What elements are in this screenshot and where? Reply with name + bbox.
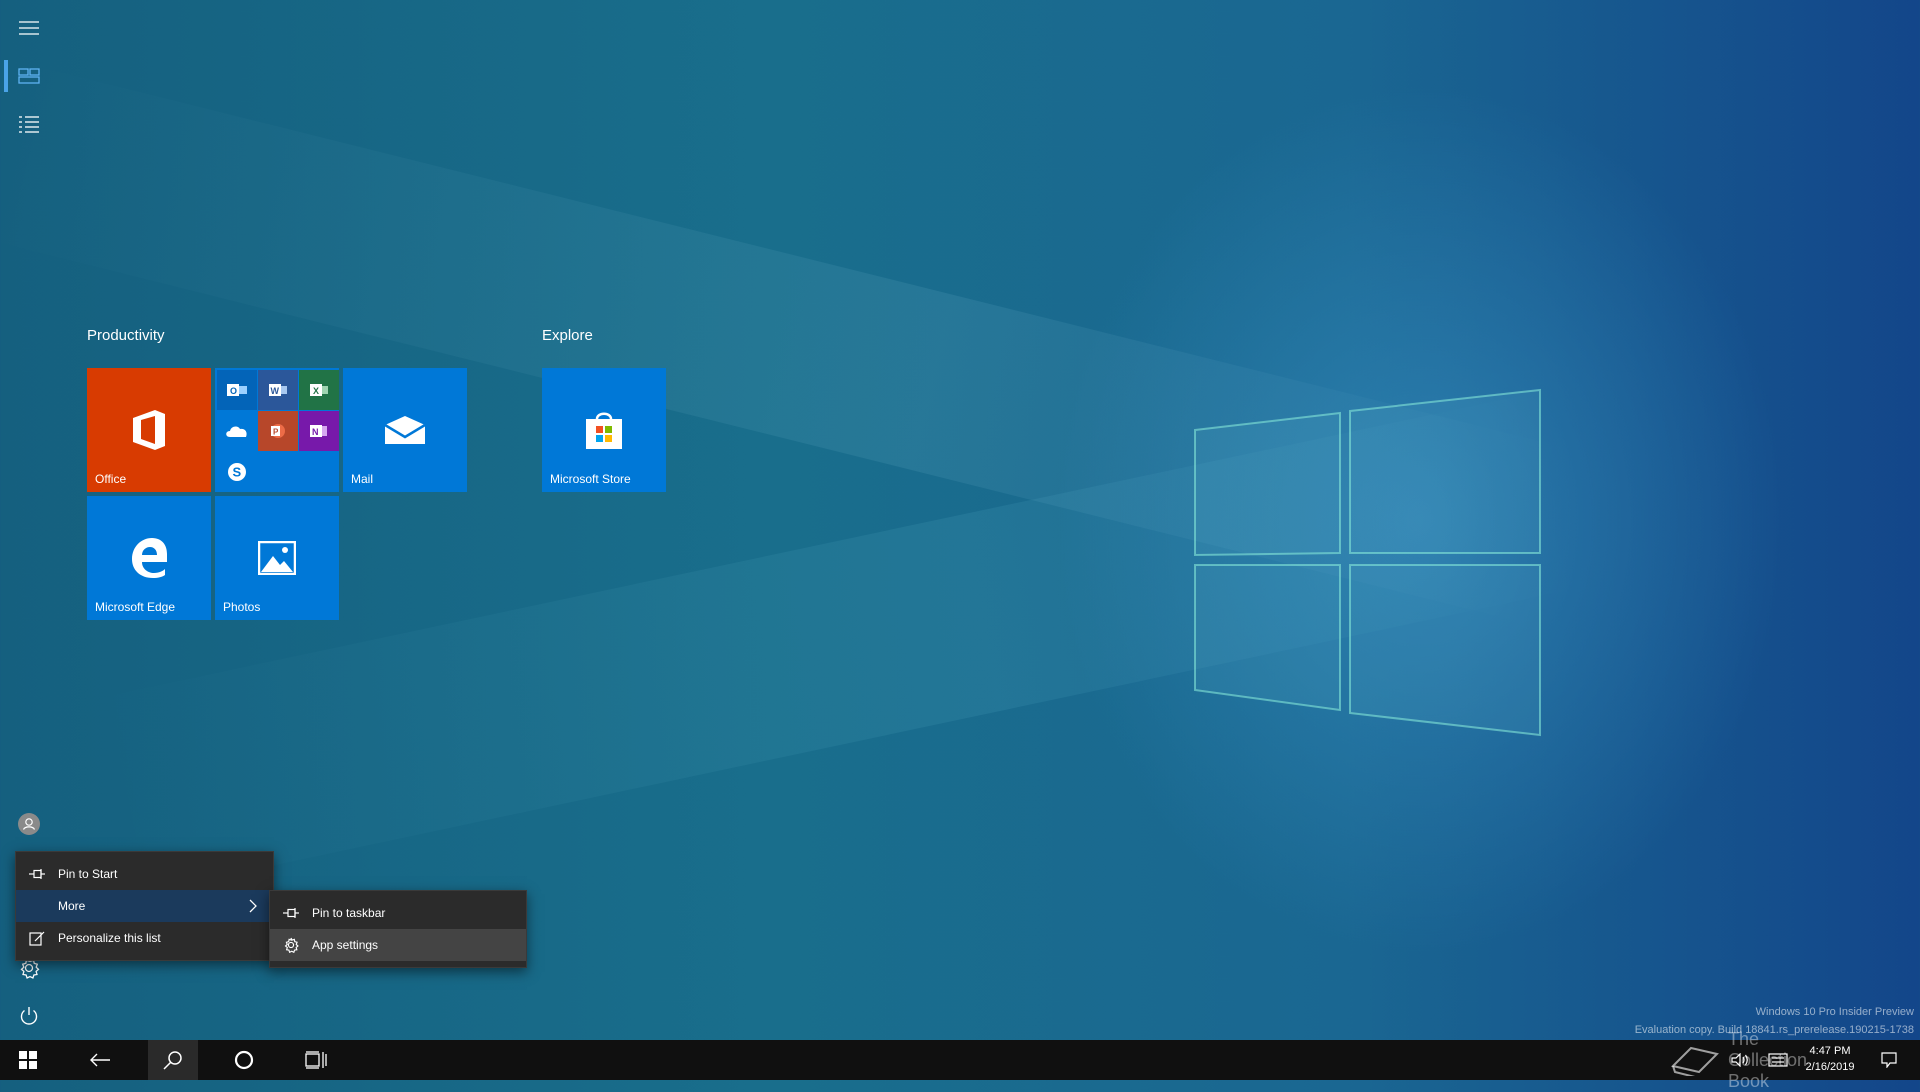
tile-label: Microsoft Store xyxy=(550,472,631,486)
taskbar: The Collection Book 4:47 PM 2/16/2019 xyxy=(0,1029,1920,1091)
menu-item-label: App settings xyxy=(312,938,379,952)
svg-text:W: W xyxy=(271,386,280,396)
skype-icon: S xyxy=(217,452,257,492)
submenu: Pin to taskbar App settings xyxy=(269,890,527,968)
taskbar-clock[interactable]: 4:47 PM 2/16/2019 xyxy=(1790,1043,1870,1075)
tile-label: Photos xyxy=(223,600,261,614)
keyboard-icon xyxy=(1768,1053,1788,1067)
edit-list-icon xyxy=(28,930,46,946)
tile-label: Mail xyxy=(351,472,374,486)
task-view-button[interactable] xyxy=(292,1040,340,1080)
menu-item-pin-to-taskbar[interactable]: Pin to taskbar xyxy=(270,897,526,929)
menu-item-label: Personalize this list xyxy=(58,931,161,945)
back-button[interactable] xyxy=(76,1040,124,1080)
action-center-button[interactable] xyxy=(1874,1040,1904,1080)
power-button[interactable] xyxy=(0,992,58,1040)
onenote-icon: N xyxy=(299,411,339,451)
svg-text:P: P xyxy=(273,428,279,437)
clock-date: 2/16/2019 xyxy=(1805,1061,1855,1073)
volume-icon xyxy=(1731,1053,1748,1067)
clock-time: 4:47 PM xyxy=(1809,1045,1851,1057)
back-arrow-icon xyxy=(90,1053,110,1067)
group-title-productivity[interactable]: Productivity xyxy=(87,327,165,344)
hamburger-icon xyxy=(19,21,39,35)
cortana-button[interactable] xyxy=(220,1040,268,1080)
menu-item-label: Pin to taskbar xyxy=(312,906,386,920)
excel-icon: X xyxy=(299,370,339,410)
svg-text:O: O xyxy=(230,386,237,396)
search-icon xyxy=(163,1051,182,1070)
outlook-icon: O xyxy=(217,370,257,410)
touch-keyboard-button[interactable] xyxy=(1764,1040,1792,1080)
tile-office-apps-folder[interactable]: O W X P N S xyxy=(215,368,339,492)
menu-item-label: Pin to Start xyxy=(58,867,118,881)
pinned-tiles-button[interactable] xyxy=(0,52,58,100)
tiles-view-icon xyxy=(18,68,40,84)
expand-menu-button[interactable] xyxy=(0,4,58,52)
tile-label: Office xyxy=(95,472,127,486)
svg-text:S: S xyxy=(233,465,242,480)
task-view-icon xyxy=(305,1051,327,1069)
all-apps-button[interactable] xyxy=(0,100,58,148)
tile-photos[interactable]: Photos xyxy=(215,496,339,620)
context-menu: Pin to Start More Personalize this list xyxy=(15,851,274,961)
menu-item-app-settings[interactable]: App settings xyxy=(270,929,526,961)
group-title-explore[interactable]: Explore xyxy=(542,327,593,344)
search-button[interactable] xyxy=(148,1040,198,1080)
list-icon xyxy=(19,116,39,133)
menu-item-more[interactable]: More xyxy=(16,890,273,922)
tile-microsoft-edge[interactable]: Microsoft Edge xyxy=(87,496,211,620)
menu-item-pin-to-start[interactable]: Pin to Start xyxy=(16,858,273,890)
user-account-button[interactable] xyxy=(0,800,58,848)
tile-mail[interactable]: Mail xyxy=(343,368,467,492)
cortana-icon xyxy=(234,1050,254,1070)
book-logo-icon xyxy=(1671,1046,1719,1076)
word-icon: W xyxy=(258,370,298,410)
tile-microsoft-store[interactable]: Microsoft Store xyxy=(542,368,666,492)
power-icon xyxy=(20,1007,38,1025)
pin-icon xyxy=(282,905,300,921)
volume-button[interactable] xyxy=(1726,1040,1754,1080)
windows-icon xyxy=(19,1051,37,1069)
tile-label: Microsoft Edge xyxy=(95,600,176,614)
svg-text:X: X xyxy=(313,386,319,396)
tile-office[interactable]: Office xyxy=(87,368,211,492)
windows-logo-wallpaper xyxy=(1194,388,1541,737)
svg-text:N: N xyxy=(312,427,319,437)
pin-icon xyxy=(28,866,46,882)
start-button[interactable] xyxy=(4,1040,52,1080)
notification-icon xyxy=(1881,1052,1897,1068)
onedrive-icon xyxy=(217,411,257,451)
build-watermark-line1: Windows 10 Pro Insider Preview xyxy=(1755,1006,1914,1018)
gear-icon xyxy=(282,937,300,953)
avatar-icon xyxy=(18,813,40,835)
overlay-logo xyxy=(1665,1040,1725,1080)
menu-item-label: More xyxy=(58,899,86,913)
powerpoint-icon: P xyxy=(258,411,298,451)
chevron-right-icon xyxy=(249,899,257,916)
menu-item-personalize-list[interactable]: Personalize this list xyxy=(16,922,273,954)
